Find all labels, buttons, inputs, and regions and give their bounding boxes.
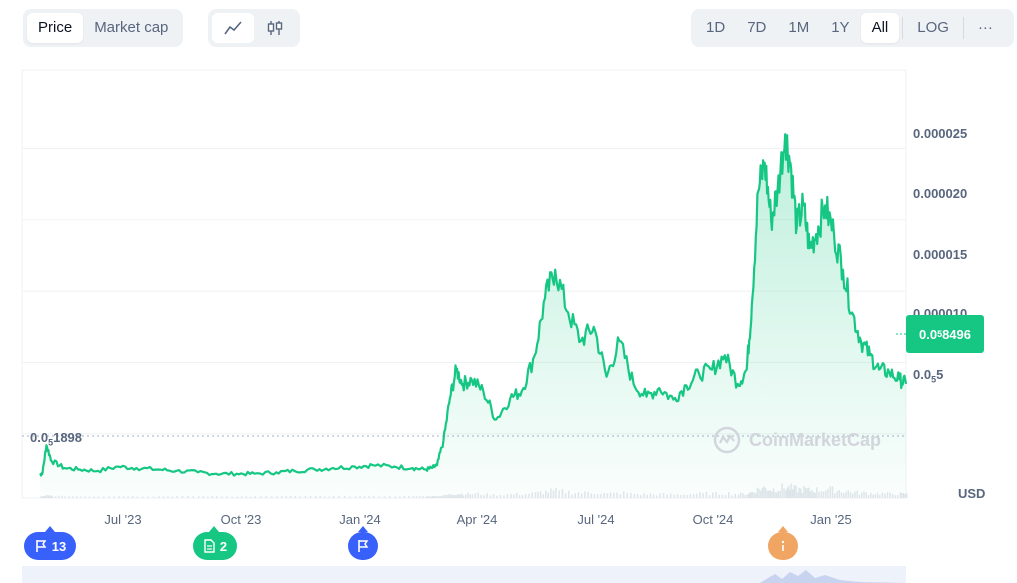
marker-pointers (45, 526, 788, 532)
